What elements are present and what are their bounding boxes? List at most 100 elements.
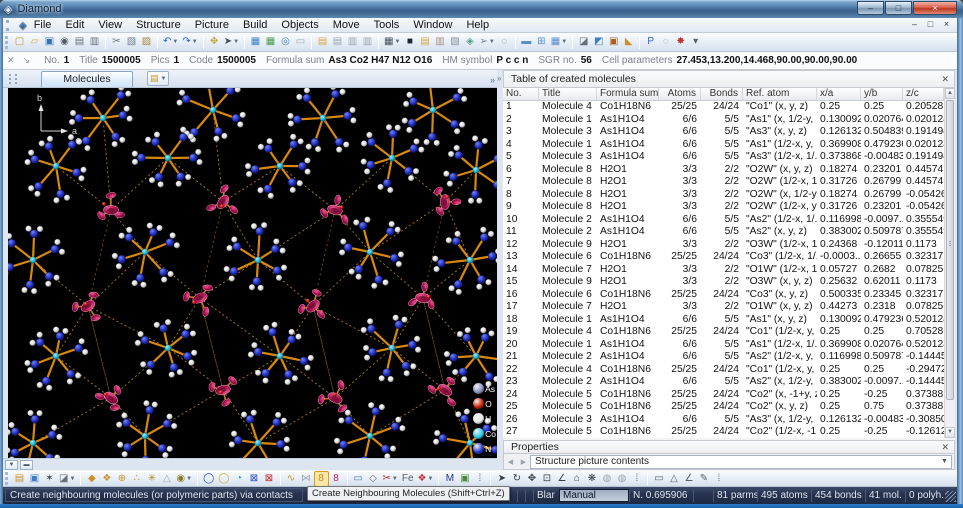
scroll-up-icon[interactable]: ▲ [945, 88, 955, 99]
table-row[interactable]: 9Molecule 8H2O13/32/2"O2W" (1/2-x, y...0… [503, 201, 944, 214]
picture-window-icon[interactable]: ▣ [27, 471, 42, 487]
menu-tools[interactable]: Tools [367, 18, 407, 32]
redo-icon[interactable]: ↷▼ [180, 34, 199, 50]
build-tools-icon[interactable]: ✶ [42, 471, 57, 487]
table-row[interactable]: 4Molecule 1As1H1O46/65/5"As1" (1/2-x, y,… [503, 139, 944, 152]
table-row[interactable]: 11Molecule 2As1H1O46/65/5"As2" (x, y, z)… [503, 226, 944, 239]
table-highlight-icon[interactable]: ▤ [315, 34, 330, 50]
structure-3d-view[interactable]: ba AsOHCoN [8, 88, 497, 458]
picture-wizard-icon[interactable]: ◪▼ [57, 471, 77, 487]
zoom-mode-icon[interactable]: ⊡ [539, 471, 554, 487]
table-row[interactable]: 23Molecule 2As1H1O46/65/5"As2" (x, 1/2-y… [503, 376, 944, 389]
copy-icon[interactable]: ▧ [124, 34, 139, 50]
picture-send-icon[interactable]: ➢▼ [477, 34, 496, 50]
new-document-icon[interactable]: ▢ [12, 34, 27, 50]
table-header-row[interactable]: No.TitleFormula sumAtomsBondsRef. atomx/… [503, 88, 944, 101]
color-grid-icon[interactable]: ❖▼ [416, 471, 436, 487]
view-scroll-menu-button[interactable]: ▼ [5, 460, 18, 470]
diagram-table-icon[interactable]: ▣ [606, 34, 621, 50]
find-icon[interactable]: ◉ [57, 34, 72, 50]
bond-builder-icon[interactable]: ∿ [284, 471, 299, 487]
picture-properties-icon[interactable]: ▤ [12, 471, 27, 487]
menu-objects[interactable]: Objects [274, 18, 325, 32]
measure-M-icon[interactable]: M [442, 471, 457, 487]
menu-structure[interactable]: Structure [129, 18, 188, 32]
menu-window[interactable]: Window [406, 18, 459, 32]
open-file-icon[interactable]: ▱ [27, 34, 42, 50]
table-row[interactable]: 22Molecule 4Co1H18N625/2524/24"Co1" (1/2… [503, 364, 944, 377]
filter-red-icon[interactable]: ⊠ [262, 471, 277, 487]
overflow-dots-icon[interactable]: ⁞ [472, 471, 487, 487]
measurement-flag-icon[interactable]: ✸ [673, 34, 688, 50]
column-header-y-b[interactable]: y/b [861, 88, 903, 100]
packing-sphere-icon[interactable]: ◉▼ [174, 471, 194, 487]
cell-expand-icon[interactable]: ⋈ [299, 471, 314, 487]
tab-overflow-chevron[interactable]: » [490, 75, 495, 85]
table-row[interactable]: 6Molecule 8H2O13/32/2"O2W" (x, y, z)0.18… [503, 164, 944, 177]
destroy-fragment-icon[interactable]: △ [159, 471, 174, 487]
coordination-blue-icon[interactable]: ◯ [201, 471, 216, 487]
properties-content-select[interactable]: Structure picture contents ▼ [530, 455, 952, 469]
table-row[interactable]: 12Molecule 9H2O13/32/2"O3W" (1/2-x, 1...… [503, 239, 944, 252]
close-structure-icon[interactable]: ✕ [7, 55, 15, 66]
table-row[interactable]: 13Molecule 6Co1H18N625/2524/24"Co3" (1/2… [503, 251, 944, 264]
diagram-blue-icon[interactable]: ◩ [591, 34, 606, 50]
menu-picture[interactable]: Picture [188, 18, 236, 32]
table-row[interactable]: 15Molecule 9H2O13/32/2"O3W" (x, y, z)0.2… [503, 276, 944, 289]
properties-next-icon[interactable]: ▶ [517, 458, 530, 466]
picture-thumbnail-icon[interactable]: ▣ [457, 471, 472, 487]
picture-green-icon[interactable]: ▦ [263, 34, 278, 50]
table-row[interactable]: 20Molecule 1As1H1O46/65/5"As1" (1/2-x, 1… [503, 339, 944, 352]
picture-export-icon[interactable]: ◈ [462, 34, 477, 50]
properties-prev-icon[interactable]: ◀ [504, 458, 517, 466]
table-scrollbar[interactable]: ▲ ▼ [944, 88, 955, 438]
tab-molecules[interactable]: Molecules [41, 71, 133, 87]
toolbar-overflow-icon[interactable]: ▾ [688, 34, 703, 50]
save-icon[interactable]: ▣ [42, 34, 57, 50]
column-header-bonds[interactable]: Bonds [701, 88, 743, 100]
menu-build[interactable]: Build [236, 18, 274, 32]
measure-triangle-icon[interactable]: △ [666, 471, 681, 487]
table-row[interactable]: 19Molecule 4Co1H18N625/2524/24"Co1" (1/2… [503, 326, 944, 339]
column-header-atoms[interactable]: Atoms [659, 88, 701, 100]
menu-help[interactable]: Help [459, 18, 496, 32]
picture-find-icon[interactable]: ◌ [497, 34, 512, 50]
fill-unit-cell-icon[interactable]: ◆ [84, 471, 99, 487]
column-header-ref-atom[interactable]: Ref. atom [743, 88, 817, 100]
minimize-button[interactable]: – [857, 1, 884, 15]
unit-cell-box-icon[interactable]: ▭ [351, 471, 366, 487]
table-row[interactable]: 17Molecule 7H2O13/32/2"O1W" (x, y, z)0.4… [503, 301, 944, 314]
splitter-chevron-icon[interactable]: » [497, 74, 501, 83]
view-scroll-handle[interactable]: ▬ [20, 460, 33, 470]
select-mode-icon[interactable]: ➤▼ [222, 34, 241, 50]
add-atom-icon[interactable]: ⊕ [114, 471, 129, 487]
data-sheet-icon[interactable]: ▦▼ [382, 34, 402, 50]
rotate-mode-icon[interactable]: ↻ [509, 471, 524, 487]
column-header-z-c[interactable]: z/c [903, 88, 944, 100]
menu-edit[interactable]: Edit [58, 18, 91, 32]
filter-blue-icon[interactable]: ⊠ [247, 471, 262, 487]
table-row[interactable]: 7Molecule 8H2O13/32/2"O2W" (1/2-x, 1...0… [503, 176, 944, 189]
scroll-down-icon[interactable]: ▼ [945, 427, 955, 438]
table-gray-icon[interactable]: ▤ [330, 34, 345, 50]
table-panel-close-icon[interactable]: ✕ [941, 74, 949, 85]
menu-file[interactable]: File [27, 18, 59, 32]
element-symbol-icon[interactable]: Fe [400, 471, 416, 487]
reflections-icon[interactable]: ◌ [658, 34, 673, 50]
table-row[interactable]: 24Molecule 5Co1H18N625/2524/24"Co2" (x, … [503, 389, 944, 402]
column-header-x-a[interactable]: x/a [817, 88, 861, 100]
resize-grip[interactable] [945, 491, 956, 502]
picture-plain-icon[interactable]: ▭ [293, 34, 308, 50]
table-row[interactable]: 2Molecule 1As1H1O46/65/5"As1" (x, 1/2-y,… [503, 114, 944, 127]
overflow-dots3-icon[interactable]: ⁞ [711, 471, 726, 487]
get-molecules-icon[interactable]: ❖ [99, 471, 114, 487]
powder-pattern-icon[interactable]: P [643, 34, 658, 50]
table-row[interactable]: 25Molecule 5Co1H18N625/2524/24"Co2" (x, … [503, 401, 944, 414]
cut-plane-icon[interactable]: ✂▼ [381, 471, 400, 487]
mdi-restore-button[interactable]: □ [923, 18, 938, 31]
measure-torsion-icon[interactable]: ∠ [681, 471, 696, 487]
title-bar[interactable]: ◈ Diamond – □ × [0, 0, 963, 18]
angle-mode-icon[interactable]: ∠ [554, 471, 569, 487]
brush-icon[interactable]: ◣ [621, 34, 636, 50]
panel-grid-icon[interactable]: ▦▼ [549, 34, 569, 50]
